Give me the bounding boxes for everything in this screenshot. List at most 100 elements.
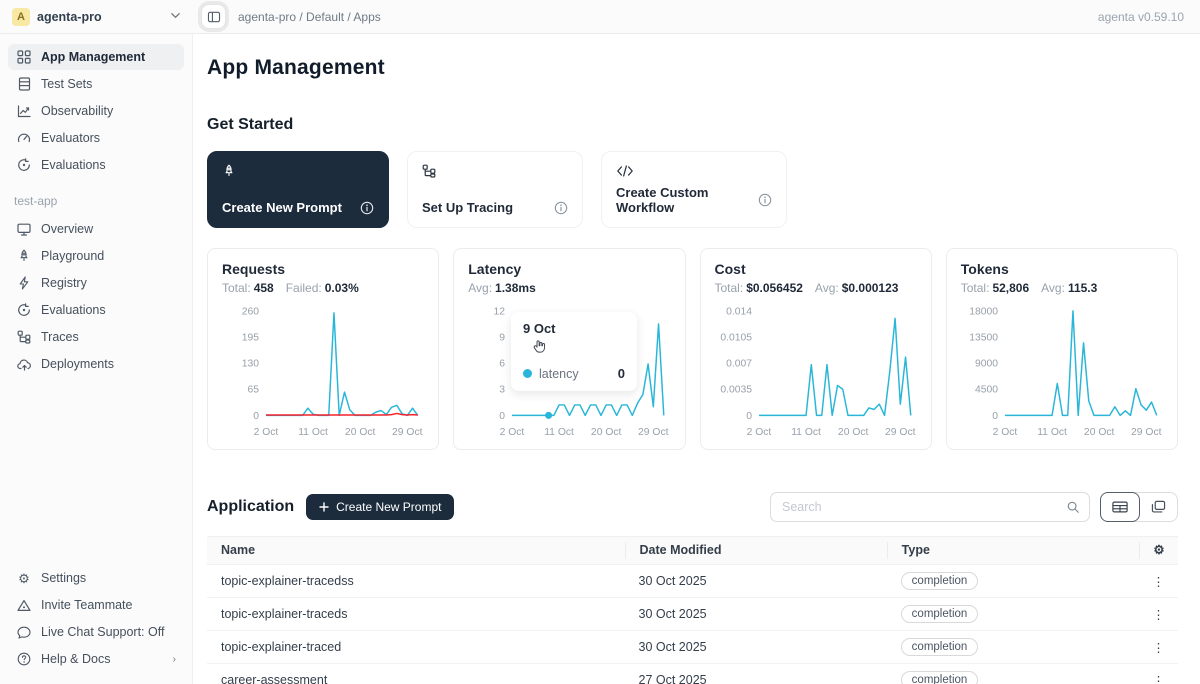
- evaluations-icon: [16, 157, 32, 173]
- get-started-cards: Create New Prompt Set Up Tracing Create Cu…: [207, 151, 1178, 228]
- chart-card-requests: RequestsTotal:458Failed:0.03%06513019526…: [207, 248, 439, 450]
- table-header-row: Name Date Modified Type ⚙: [207, 536, 1178, 565]
- row-actions-menu-icon[interactable]: ⋮: [1139, 607, 1178, 622]
- sidebar-item-label: Playground: [41, 249, 104, 263]
- svg-text:2 Oct: 2 Oct: [992, 427, 1017, 438]
- sidebar-item-live-chat-support-off[interactable]: Live Chat Support: Off: [8, 619, 184, 645]
- svg-text:3: 3: [500, 385, 506, 396]
- sidebar-item-test-sets[interactable]: Test Sets: [8, 71, 184, 97]
- sidebar-item-evaluations[interactable]: Evaluations: [8, 297, 184, 323]
- svg-text:130: 130: [242, 359, 260, 370]
- column-name[interactable]: Name: [207, 542, 625, 559]
- search-input[interactable]: [782, 500, 1066, 514]
- testsets-icon: [16, 76, 32, 92]
- svg-text:0: 0: [746, 411, 752, 422]
- main-content: App Management Get Started Create New Pr…: [193, 0, 1200, 684]
- sidebar-item-invite-teammate[interactable]: Invite Teammate: [8, 592, 184, 618]
- sidebar-item-label: Test Sets: [41, 77, 92, 91]
- cell-name[interactable]: topic-explainer-tracedss: [207, 574, 625, 588]
- rocket-icon: [222, 164, 374, 183]
- row-actions-menu-icon[interactable]: ⋮: [1139, 574, 1178, 589]
- column-date-modified[interactable]: Date Modified: [625, 542, 887, 559]
- info-icon[interactable]: [554, 201, 568, 215]
- sidebar-item-observability[interactable]: Observability: [8, 98, 184, 124]
- table-row[interactable]: topic-explainer-traced30 Oct 2025complet…: [207, 631, 1178, 664]
- table-row[interactable]: topic-explainer-traceds30 Oct 2025comple…: [207, 598, 1178, 631]
- gear-icon: ⚙: [16, 570, 32, 586]
- tooltip-series-row: latency 0: [523, 366, 625, 381]
- cell-type: completion: [887, 671, 1139, 684]
- cell-name[interactable]: topic-explainer-traceds: [207, 607, 625, 621]
- help-icon: [16, 651, 32, 667]
- card-label: Create New Prompt: [222, 200, 342, 215]
- get-started-card-create-custom-workflow[interactable]: Create Custom Workflow: [601, 151, 787, 228]
- cell-name[interactable]: career-assessment: [207, 673, 625, 684]
- chart-plot-cost[interactable]: 00.00350.0070.01050.0142 Oct11 Oct20 Oct…: [715, 303, 917, 443]
- sidebar-toggle-button[interactable]: [201, 4, 226, 29]
- workspace-selector[interactable]: A agenta-pro: [0, 0, 193, 33]
- column-type[interactable]: Type: [887, 542, 1139, 559]
- sidebar-item-settings[interactable]: ⚙Settings: [8, 565, 184, 591]
- svg-text:18000: 18000: [969, 306, 998, 317]
- row-actions-menu-icon[interactable]: ⋮: [1139, 640, 1178, 655]
- sidebar-item-evaluations[interactable]: Evaluations: [8, 152, 184, 178]
- svg-text:29 Oct: 29 Oct: [885, 427, 916, 438]
- type-badge: completion: [901, 671, 979, 684]
- sidebar-item-label: Traces: [41, 330, 79, 344]
- sidebar-item-label: Invite Teammate: [41, 598, 132, 612]
- cell-date-modified: 30 Oct 2025: [625, 574, 887, 588]
- get-started-card-create-new-prompt[interactable]: Create New Prompt: [207, 151, 389, 228]
- cell-name[interactable]: topic-explainer-traced: [207, 640, 625, 654]
- create-new-prompt-button[interactable]: Create New Prompt: [306, 494, 454, 520]
- card-view-button[interactable]: [1139, 493, 1177, 521]
- evaluators-icon: [16, 130, 32, 146]
- sidebar-item-help-docs[interactable]: Help & Docs›: [8, 646, 184, 672]
- chart-plot-tokens[interactable]: 04500900013500180002 Oct11 Oct20 Oct29 O…: [961, 303, 1163, 443]
- chevron-down-icon: [170, 8, 181, 26]
- cell-date-modified: 30 Oct 2025: [625, 640, 887, 654]
- sidebar-item-evaluators[interactable]: Evaluators: [8, 125, 184, 151]
- chart-stats: Total:458Failed:0.03%: [222, 281, 424, 295]
- svg-text:6: 6: [500, 359, 506, 370]
- bolt-icon: [16, 275, 32, 291]
- app-version: agenta v0.59.10: [1098, 10, 1200, 24]
- sidebar-item-deployments[interactable]: Deployments: [8, 351, 184, 377]
- get-started-card-set-up-tracing[interactable]: Set Up Tracing: [407, 151, 583, 228]
- sidebar-item-label: App Management: [41, 50, 145, 64]
- sidebar-item-label: Help & Docs: [41, 652, 110, 666]
- chart-card-tokens: TokensTotal:52,806Avg:115.30450090001350…: [946, 248, 1178, 450]
- svg-text:0.007: 0.007: [726, 359, 752, 370]
- sidebar-panel-icon: [207, 10, 221, 24]
- breadcrumb[interactable]: agenta-pro / Default / Apps: [238, 10, 381, 24]
- chart-title: Tokens: [961, 261, 1163, 277]
- workspace-name: agenta-pro: [37, 10, 102, 24]
- sidebar-item-playground[interactable]: Playground: [8, 243, 184, 269]
- sidebar-item-traces[interactable]: Traces: [8, 324, 184, 350]
- sidebar-item-registry[interactable]: Registry: [8, 270, 184, 296]
- tooltip-date: 9 Oct: [523, 321, 625, 336]
- sidebar-item-label: Evaluations: [41, 158, 106, 172]
- table-row[interactable]: topic-explainer-tracedss30 Oct 2025compl…: [207, 565, 1178, 598]
- svg-text:0: 0: [500, 411, 506, 422]
- card-label: Create Custom Workflow: [616, 185, 758, 215]
- svg-text:29 Oct: 29 Oct: [1131, 427, 1162, 438]
- observability-icon: [16, 103, 32, 119]
- svg-text:20 Oct: 20 Oct: [837, 427, 868, 438]
- table-settings-gear-icon[interactable]: ⚙: [1139, 542, 1178, 559]
- chart-plot-requests[interactable]: 0651301952602 Oct11 Oct20 Oct29 Oct: [222, 303, 424, 443]
- sidebar-item-overview[interactable]: Overview: [8, 216, 184, 242]
- page-title: App Management: [207, 56, 1178, 80]
- row-actions-menu-icon[interactable]: ⋮: [1139, 673, 1178, 684]
- chart-stats: Total:52,806Avg:115.3: [961, 281, 1163, 295]
- table-row[interactable]: career-assessment27 Oct 2025 completion ⋮: [207, 664, 1178, 684]
- svg-text:20 Oct: 20 Oct: [591, 427, 622, 438]
- application-header: Application Create New Prompt: [207, 492, 1178, 522]
- table-view-button[interactable]: [1100, 492, 1140, 522]
- info-icon[interactable]: [758, 193, 772, 207]
- chat-icon: [16, 624, 32, 640]
- sidebar-section-label: test-app: [14, 194, 184, 208]
- sidebar-item-app-management[interactable]: App Management: [8, 44, 184, 70]
- info-icon[interactable]: [360, 201, 374, 215]
- cell-type: completion: [887, 572, 1139, 590]
- cell-date-modified: 27 Oct 2025: [625, 673, 887, 684]
